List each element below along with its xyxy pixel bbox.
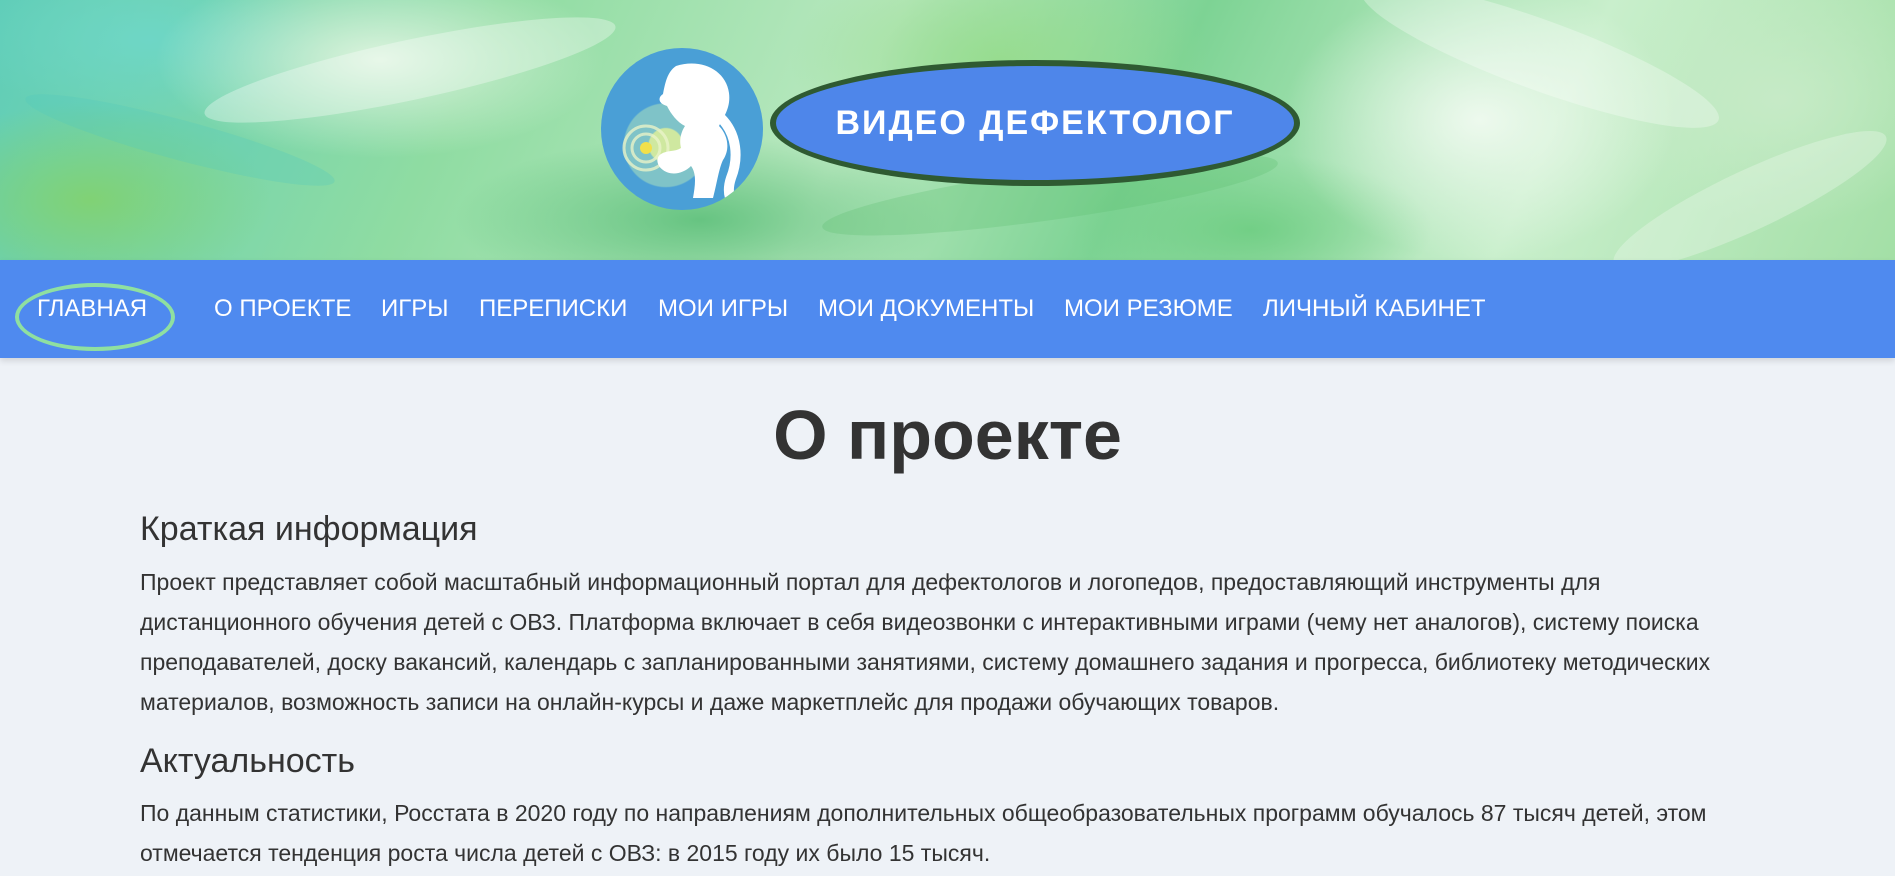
section-text-relevance: По данным статистики, Росстата в 2020 го… [140,800,1707,866]
section-heading-summary: Краткая информация [140,510,478,548]
nav-item-label: О ПРОЕКТЕ [214,295,352,322]
nav-item-label: МОИ ИГРЫ [658,295,789,322]
girl-silhouette-logo-icon[interactable] [601,48,763,210]
nav-item-label: МОИ РЕЗЮМЕ [1064,295,1233,322]
site-title-badge[interactable]: ВИДЕО ДЕФЕКТОЛОГ [770,60,1300,186]
page-title: О проекте [773,396,1122,474]
nav-item-my-games[interactable]: МОИ ИГРЫ [658,260,788,358]
section-text-summary: Проект представляет собой масштабный инф… [140,569,1711,715]
section-heading-relevance: Актуальность [140,742,355,780]
nav-item-my-resumes[interactable]: МОИ РЕЗЮМЕ [1064,260,1233,358]
nav-item-my-documents[interactable]: МОИ ДОКУМЕНТЫ [818,260,1034,358]
header-banner: ВИДЕО ДЕФЕКТОЛОГ [0,0,1895,260]
nav-item-label: ИГРЫ [381,295,449,322]
main-nav: ГЛАВНАЯ О ПРОЕКТЕ ИГРЫ ПЕРЕПИСКИ МОИ ИГР… [0,260,1895,358]
paint-stroke [1349,0,1731,153]
nav-item-label: ГЛАВНАЯ [37,295,148,322]
nav-item-messages[interactable]: ПЕРЕПИСКИ [479,260,627,358]
nav-item-home[interactable]: ГЛАВНАЯ [14,260,176,358]
nav-item-games[interactable]: ИГРЫ [381,260,449,358]
nav-item-label: МОИ ДОКУМЕНТЫ [818,295,1035,322]
nav-item-label: ПЕРЕПИСКИ [479,295,628,322]
nav-item-about[interactable]: О ПРОЕКТЕ [214,260,351,358]
paint-stroke [198,0,622,144]
nav-item-account[interactable]: ЛИЧНЫЙ КАБИНЕТ [1263,260,1485,358]
site-title: ВИДЕО ДЕФЕКТОЛОГ [835,103,1235,142]
paint-stroke [1601,109,1895,260]
nav-item-label: ЛИЧНЫЙ КАБИНЕТ [1263,295,1486,322]
